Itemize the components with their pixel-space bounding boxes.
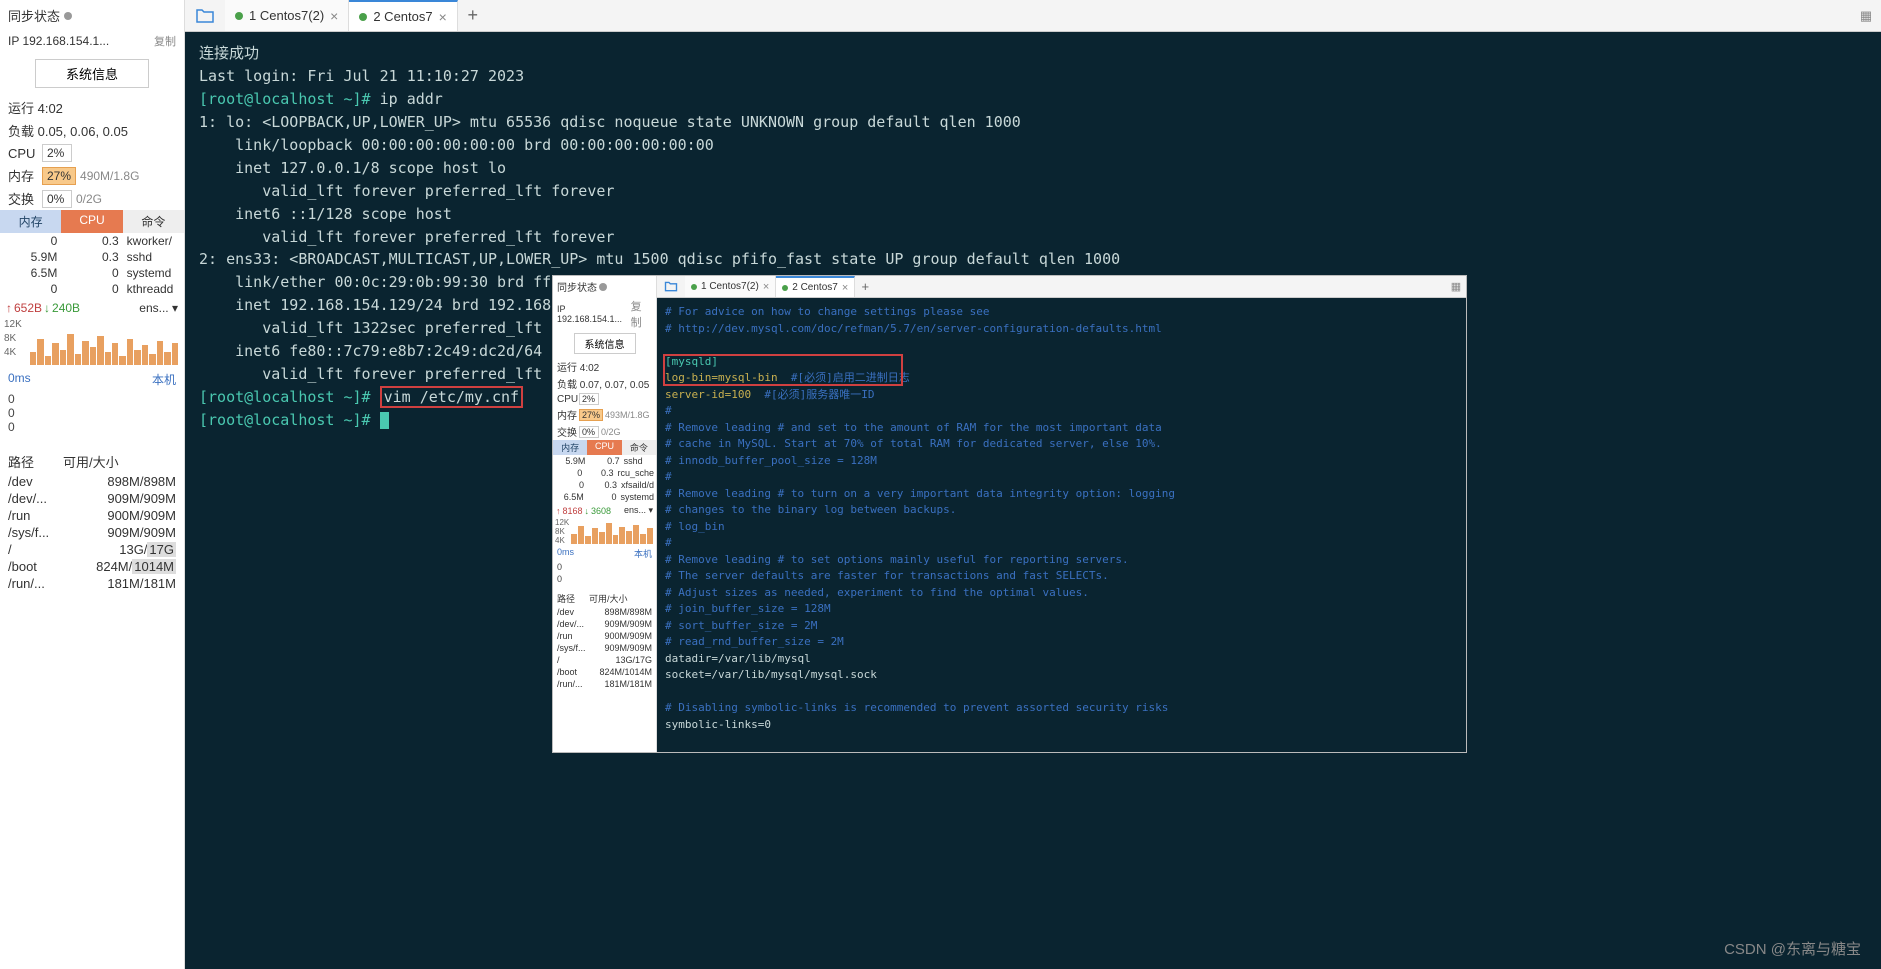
new-tab-button[interactable]: +	[458, 0, 488, 31]
network-row: ↑652B ↓240B ens... ▾	[0, 297, 184, 319]
inset-tab-1[interactable]: 1 Centos7(2)×	[685, 276, 776, 297]
table-row: /13G/17G	[553, 654, 656, 666]
proc-list: 00.3kworker/5.9M0.3sshd6.5M0systemd00kth…	[0, 233, 184, 297]
ip-text: IP 192.168.154.1...	[8, 34, 109, 48]
network-chart: 12K 8K 4K	[0, 319, 184, 367]
sync-dot-icon	[599, 283, 607, 291]
runtime-text: 运行 4:02	[0, 96, 184, 119]
table-row: /dev898M/898M	[553, 606, 656, 618]
sidebar: 同步状态 IP 192.168.154.1... 复制 系统信息 运行 4:02…	[0, 0, 185, 969]
inset-main: 1 Centos7(2)× 2 Centos7× + ▦ # For advic…	[657, 276, 1466, 752]
inset-tab-2[interactable]: 2 Centos7×	[776, 276, 855, 297]
disk-header: 路径 可用/大小	[0, 446, 184, 473]
table-row: /sys/f...909M/909M	[553, 642, 656, 654]
close-icon[interactable]: ×	[439, 9, 447, 25]
load-text: 负载 0.05, 0.06, 0.05	[0, 119, 184, 142]
swap-pct: 0%	[42, 190, 72, 208]
ip-row: IP 192.168.154.1... 复制	[0, 31, 184, 55]
table-row: /boot824M/1014M	[0, 558, 184, 575]
table-row: /run/...181M/181M	[553, 678, 656, 690]
table-row: /dev/...909M/909M	[553, 618, 656, 630]
tab-centos7-2[interactable]: 1 Centos7(2) ×	[225, 0, 349, 31]
table-row[interactable]: 00kthreadd	[0, 281, 184, 297]
grid-icon[interactable]: ▦	[1851, 0, 1881, 31]
sysinfo-button[interactable]: 系统信息	[35, 59, 149, 88]
close-icon[interactable]: ×	[330, 8, 338, 24]
mem-row: 内存 27% 490M/1.8G	[0, 164, 184, 187]
proc-header: 内存 CPU 命令	[0, 210, 184, 233]
tabbar: 1 Centos7(2) × 2 Centos7 × + ▦	[185, 0, 1881, 32]
sync-label: 同步状态	[8, 6, 60, 25]
inset-window: 同步状态 IP 192.168.154.1...复制 系统信息 运行 4:02 …	[552, 275, 1467, 753]
table-row[interactable]: 00.3rcu_sche	[553, 467, 656, 479]
table-row: /dev/...909M/909M	[0, 490, 184, 507]
mem-value: 490M/1.8G	[80, 169, 139, 183]
table-row[interactable]: 6.5M0systemd	[553, 491, 656, 503]
folder-icon[interactable]	[185, 0, 225, 31]
swap-value: 0/2G	[76, 192, 102, 206]
net-interface-dropdown[interactable]: ens... ▾	[139, 301, 178, 315]
disk-list: /dev898M/898M/dev/...909M/909M/run900M/9…	[0, 473, 184, 592]
cpu-value: 2%	[42, 144, 72, 162]
arrow-up-icon: ↑	[6, 301, 12, 315]
tab-status-dot-icon	[359, 13, 367, 21]
cpu-row: CPU 2%	[0, 142, 184, 164]
tab-centos7[interactable]: 2 Centos7 ×	[349, 0, 457, 31]
inset-tabbar: 1 Centos7(2)× 2 Centos7× + ▦	[657, 276, 1466, 298]
cursor-icon	[380, 412, 389, 429]
table-row[interactable]: 00.3xfsaild/d	[553, 479, 656, 491]
table-row: /run900M/909M	[553, 630, 656, 642]
table-row[interactable]: 6.5M0systemd	[0, 265, 184, 281]
folder-icon[interactable]	[657, 276, 685, 297]
inset-terminal[interactable]: # For advice on how to change settings p…	[657, 298, 1466, 752]
watermark: CSDN @东离与糖宝	[1724, 938, 1861, 959]
sync-dot-icon	[64, 12, 72, 20]
table-row: /boot824M/1014M	[553, 666, 656, 678]
table-row: /run900M/909M	[0, 507, 184, 524]
highlighted-command: vim /etc/my.cnf	[380, 386, 523, 408]
sync-status-row: 同步状态	[0, 0, 184, 31]
swap-row: 交换 0% 0/2G	[0, 187, 184, 210]
table-row[interactable]: 5.9M0.3sshd	[0, 249, 184, 265]
arrow-down-icon: ↓	[44, 301, 50, 315]
copy-link[interactable]: 复制	[154, 33, 176, 49]
latency-row: 0ms 本机	[0, 367, 184, 392]
tab-status-dot-icon	[235, 12, 243, 20]
table-row[interactable]: 5.9M0.7sshd	[553, 455, 656, 467]
table-row: /13G/17G	[0, 541, 184, 558]
table-row: /run/...181M/181M	[0, 575, 184, 592]
grid-icon[interactable]: ▦	[1446, 276, 1466, 297]
mem-pct: 27%	[42, 167, 76, 185]
table-row: /dev898M/898M	[0, 473, 184, 490]
new-tab-button[interactable]: +	[855, 276, 875, 297]
sysinfo-button[interactable]: 系统信息	[574, 333, 636, 354]
table-row: /sys/f...909M/909M	[0, 524, 184, 541]
table-row[interactable]: 00.3kworker/	[0, 233, 184, 249]
inset-sidebar: 同步状态 IP 192.168.154.1...复制 系统信息 运行 4:02 …	[553, 276, 657, 752]
